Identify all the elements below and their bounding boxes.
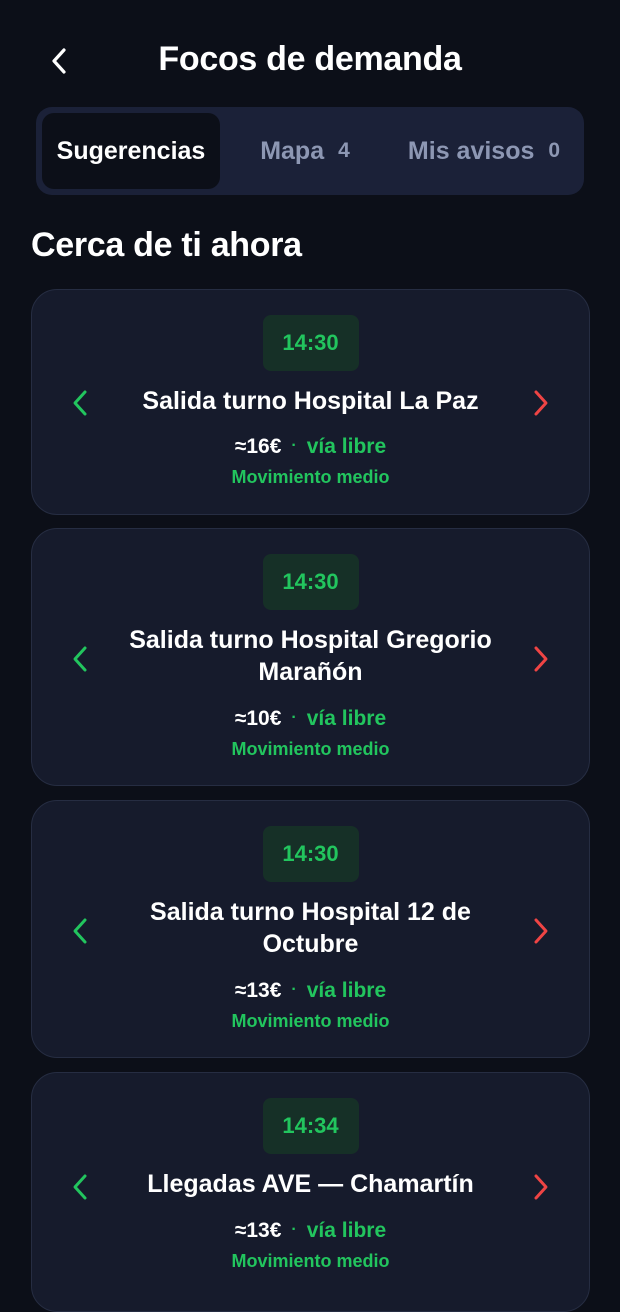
movement-level: Movimiento medio (231, 739, 390, 759)
price-estimate: ≈13€ (234, 979, 282, 1002)
separator: · (291, 437, 297, 454)
prev-arrow-button[interactable] (60, 639, 100, 679)
prev-arrow-button[interactable] (60, 1167, 100, 1207)
demand-card[interactable]: 14:34 Llegadas AVE — Chamartín ≈13€ · vía … (31, 1072, 590, 1312)
tab-count: 0 (548, 139, 561, 162)
tab-count: 4 (338, 139, 350, 162)
price-estimate: ≈10€ (234, 707, 282, 730)
movement-level: Movimiento medio (231, 1251, 390, 1271)
prev-arrow-button[interactable] (60, 911, 100, 951)
chevron-right-icon (534, 390, 548, 416)
tab-label: Sugerencias (56, 136, 206, 165)
page-title: Focos de demanda (158, 40, 462, 78)
demand-card[interactable]: 14:30 Salida turno Hospital La Paz ≈16€ ·… (31, 289, 590, 515)
movement-level: Movimiento medio (231, 467, 390, 487)
tab-label: Mapa (260, 136, 325, 165)
price-estimate: ≈13€ (234, 1219, 282, 1242)
card-meta: ≈16€ · vía libre (32, 435, 589, 459)
next-arrow-button[interactable] (521, 911, 561, 951)
chevron-left-icon (73, 918, 87, 944)
card-title: Salida turno Hospital 12 de Octubre (150, 898, 471, 958)
next-arrow-button[interactable] (521, 639, 561, 679)
demand-card[interactable]: 14:30 Salida turno Hospital Gregorio Mar… (31, 528, 590, 786)
prev-arrow-button[interactable] (60, 383, 100, 423)
time-badge: 14:34 (262, 1098, 359, 1154)
traffic-status: vía libre (306, 1219, 387, 1242)
top-bar: Focos de demanda (0, 0, 620, 110)
time-badge: 14:30 (262, 315, 359, 371)
chevron-left-icon (73, 646, 87, 672)
time-badge: 14:30 (262, 554, 359, 610)
card-meta: ≈13€ · vía libre (32, 979, 589, 1003)
tab-mapa[interactable]: Mapa 4 (220, 113, 390, 189)
chevron-right-icon (534, 918, 548, 944)
card-title: Llegadas AVE — Chamartín (147, 1170, 474, 1198)
demand-card[interactable]: 14:30 Salida turno Hospital 12 de Octubr… (31, 800, 590, 1058)
chevron-right-icon (534, 1174, 548, 1200)
tab-bar: Sugerencias Mapa 4 Mis avisos 0 (36, 107, 584, 195)
separator: · (291, 981, 297, 998)
traffic-status: vía libre (306, 435, 387, 458)
card-meta: ≈10€ · vía libre (32, 707, 589, 731)
chevron-left-icon (73, 1174, 87, 1200)
next-arrow-button[interactable] (521, 383, 561, 423)
traffic-status: vía libre (306, 707, 387, 730)
tab-label: Mis avisos (407, 136, 535, 165)
tab-mis-avisos[interactable]: Mis avisos 0 (390, 113, 578, 189)
chevron-left-icon (73, 390, 87, 416)
chevron-right-icon (534, 646, 548, 672)
price-estimate: ≈16€ (234, 435, 282, 458)
movement-level: Movimiento medio (231, 1011, 390, 1031)
separator: · (291, 709, 297, 726)
card-title: Salida turno Hospital La Paz (142, 387, 479, 415)
tab-sugerencias[interactable]: Sugerencias (42, 113, 220, 189)
time-badge: 14:30 (262, 826, 359, 882)
card-title: Salida turno Hospital Gregorio Marañón (129, 626, 492, 686)
traffic-status: vía libre (306, 979, 387, 1002)
next-arrow-button[interactable] (521, 1167, 561, 1207)
separator: · (291, 1221, 297, 1238)
section-title: Cerca de ti ahora (31, 226, 302, 264)
card-meta: ≈13€ · vía libre (32, 1219, 589, 1243)
